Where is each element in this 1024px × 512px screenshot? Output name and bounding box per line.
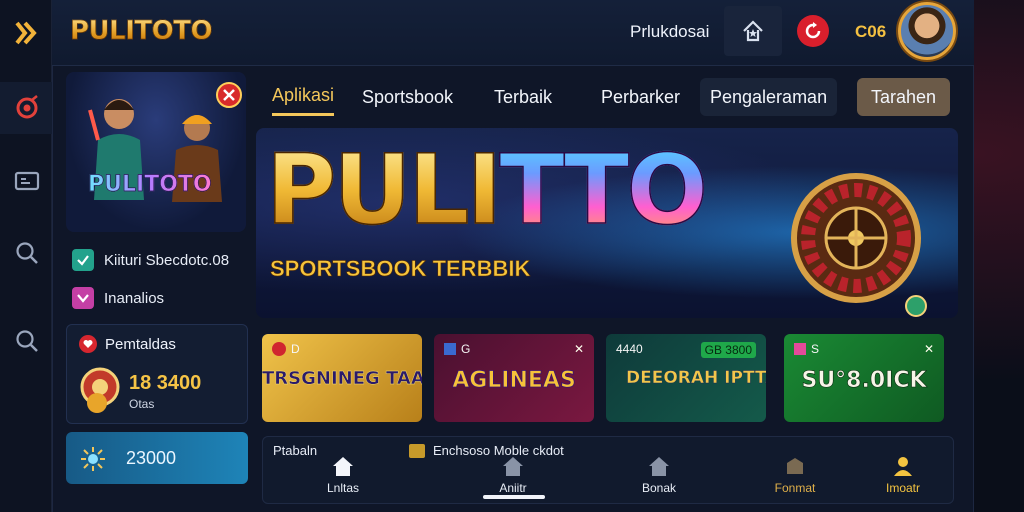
active-nav-indicator [483, 495, 545, 499]
refresh-icon [805, 22, 821, 39]
left-rail [0, 0, 52, 512]
promo-logo: PULITOTO [88, 172, 212, 198]
badge-icon [444, 343, 456, 355]
nav-label: Lnltas [326, 481, 360, 495]
game-title: DEEORAH IPTTAROR [626, 368, 766, 388]
close-icon[interactable]: ✕ [574, 342, 584, 356]
balance-card[interactable]: 23000 [66, 432, 248, 484]
home-star-icon [743, 20, 763, 42]
nav-home[interactable]: Lnltas [303, 455, 383, 495]
nav-profile[interactable]: Imoatr [863, 455, 943, 495]
game-tag-label: S [811, 342, 820, 356]
chips-icon [80, 367, 120, 413]
game-tag: D [272, 342, 300, 356]
tab-sportsbook[interactable]: Sportsbook [362, 78, 453, 116]
check-icon [72, 249, 94, 271]
rewards-amount: 18 3400 [129, 372, 202, 394]
game-title: TRSGNINEG TAANAS [262, 368, 422, 389]
nav-bonus[interactable]: Bonak [619, 455, 699, 495]
hero-banner[interactable]: PULITTO SPORTSBOOK TERBBIK [256, 128, 958, 318]
rewards-card[interactable]: Pemtaldas 18 3400 Otas [66, 324, 248, 424]
home-icon [649, 457, 669, 476]
home-icon [503, 457, 523, 476]
game-title: SU°8.0ICK [801, 368, 927, 394]
side-list-item[interactable]: Kiituri Sbecdotc.08 [72, 248, 229, 272]
close-button[interactable] [216, 82, 242, 108]
ticket-icon[interactable] [14, 168, 40, 194]
tab-tarahen[interactable]: Tarahen [857, 78, 951, 116]
bottom-nav: Ptabaln Enchsoso Moble ckdot Lnltas Anii… [262, 436, 954, 504]
badge-icon [272, 342, 286, 356]
close-icon [223, 89, 235, 101]
nav-label: Bonak [641, 481, 677, 495]
tab-perbarker[interactable]: Perbarker [601, 78, 680, 116]
mobile-icon [409, 443, 425, 458]
rewards-header: Pemtaldas [79, 335, 176, 353]
target-icon[interactable] [14, 95, 40, 121]
search-icon[interactable] [14, 240, 40, 266]
game-tag-label: D [291, 342, 300, 356]
home-icon [333, 457, 353, 476]
rewards-sub: Otas [129, 397, 155, 411]
game-badge: GB 3800 [700, 342, 756, 358]
live-button[interactable] [797, 15, 829, 47]
search-icon[interactable] [14, 328, 40, 354]
coin-balance: C06 [855, 22, 887, 41]
game-tag: S [794, 342, 819, 356]
nav-akun[interactable]: Aniitr [473, 455, 553, 495]
game-card[interactable]: 4440 GB 3800 DEEORAH IPTTAROR [606, 334, 766, 422]
top-bar: PULITOTO Prlukdosai C06 [52, 0, 974, 66]
promo-card[interactable]: PULITOTO [66, 72, 246, 232]
game-card[interactable]: G ✕ AGLINEAS [434, 334, 594, 422]
close-icon[interactable]: ✕ [924, 342, 934, 356]
badge-icon [794, 343, 806, 355]
notification-button[interactable] [724, 6, 782, 56]
tab-aplikasi[interactable]: Aplikasi [272, 78, 335, 116]
game-card[interactable]: S ✕ SU°8.0ICK [784, 334, 944, 422]
box-icon [787, 458, 803, 474]
hero-title-part-b: TTO [498, 134, 708, 246]
play-icon[interactable] [14, 20, 40, 46]
nav-label: Fonmat [774, 481, 816, 495]
roulette-wheel-icon [791, 173, 927, 317]
game-badge-label: GB 3800 [704, 343, 752, 357]
game-card[interactable]: D TRSGNINEG TAANAS [262, 334, 422, 422]
nav-label: Imoatr [885, 481, 920, 495]
avatar[interactable] [898, 2, 956, 60]
user-icon [894, 457, 912, 476]
nav-label: Aniitr [499, 481, 527, 495]
side-list-label: Kiituri Sbecdotc.08 [104, 251, 230, 269]
game-tag: 4440 [616, 342, 643, 356]
brand-logo[interactable]: PULITOTO [70, 16, 213, 47]
balance-value: 23000 [126, 448, 177, 468]
top-link[interactable]: Prlukdosai [630, 22, 709, 42]
hero-subtitle: SPORTSBOOK TERBBIK [270, 256, 531, 282]
game-title: AGLINEAS [452, 368, 576, 394]
game-tag: G [444, 342, 470, 356]
sparkle-icon [81, 447, 105, 471]
side-list-label: Inanalios [104, 289, 165, 307]
heart-icon [79, 335, 97, 353]
rewards-title: Pemtaldas [105, 335, 176, 353]
hero-title-part-a: PULI [265, 134, 503, 246]
tab-pengaleraman[interactable]: Pengaleraman [700, 78, 838, 116]
nav-format[interactable]: Fonmat [755, 455, 835, 495]
tab-terbaik[interactable]: Terbaik [494, 78, 552, 116]
hero-title: PULITTO [265, 141, 708, 239]
side-list-item[interactable]: Inanalios [72, 286, 164, 310]
check-icon [72, 287, 94, 309]
game-tag-label: G [461, 342, 471, 356]
